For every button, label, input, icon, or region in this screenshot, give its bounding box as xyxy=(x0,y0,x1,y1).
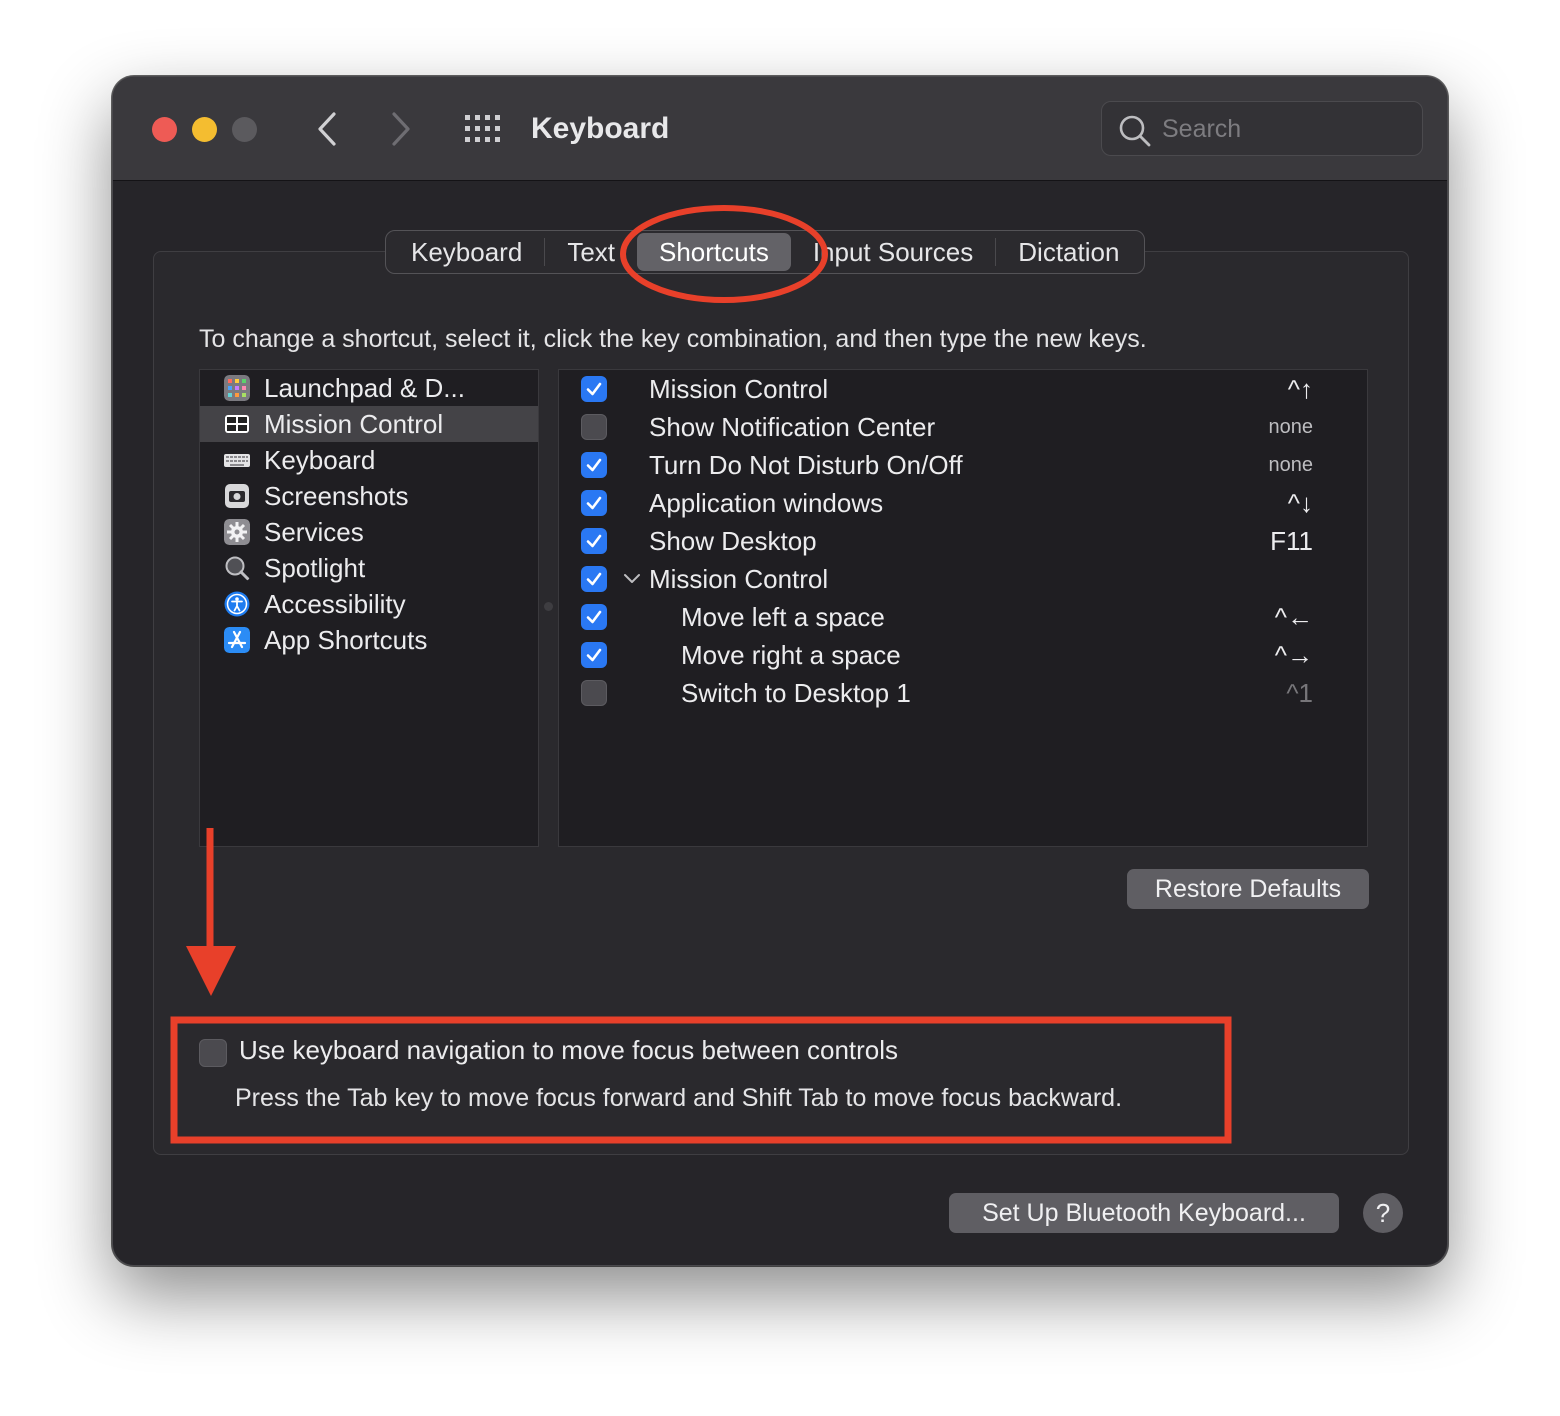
category-spotlight[interactable]: Spotlight xyxy=(200,550,538,586)
shortcut-label: Switch to Desktop 1 xyxy=(681,678,911,708)
checkmark-icon xyxy=(586,496,602,510)
restore-defaults-button[interactable]: Restore Defaults xyxy=(1127,869,1369,909)
shortcut-row[interactable]: Turn Do Not Disturb On/Off none xyxy=(559,446,1367,484)
magnifier-icon xyxy=(225,556,250,581)
grid-icon xyxy=(465,115,500,142)
show-all-button[interactable] xyxy=(463,113,503,145)
shortcut-checkbox[interactable] xyxy=(581,414,607,440)
shortcut-row[interactable]: Show Notification Center none xyxy=(559,408,1367,446)
shortcut-key[interactable]: F11 xyxy=(1270,522,1313,560)
shortcut-row[interactable]: Move left a space ^← xyxy=(559,598,1367,636)
chevron-left-icon xyxy=(318,112,336,146)
keyboard-navigation-checkbox[interactable] xyxy=(199,1039,227,1067)
shortcut-checkbox[interactable] xyxy=(581,376,607,402)
close-window-button[interactable] xyxy=(152,117,177,142)
keyboard-icon xyxy=(224,454,250,467)
screenshot-icon xyxy=(225,484,249,508)
shortcut-checkbox[interactable] xyxy=(581,642,607,668)
gear-icon xyxy=(224,519,250,545)
shortcut-list: Mission Control ^↑ Show Notification Cen… xyxy=(558,369,1368,847)
shortcut-key[interactable]: ^→ xyxy=(1275,636,1313,674)
shortcut-key[interactable]: ^← xyxy=(1275,598,1313,636)
launchpad-icon xyxy=(224,375,250,401)
shortcut-label: Mission Control xyxy=(649,564,829,594)
split-view-divider-handle[interactable] xyxy=(544,602,553,611)
shortcut-checkbox[interactable] xyxy=(581,566,607,592)
shortcut-label: Application windows xyxy=(649,488,884,518)
checkmark-icon xyxy=(586,534,602,548)
shortcut-key[interactable]: ^1 xyxy=(1286,674,1313,712)
checkmark-icon xyxy=(586,458,602,472)
shortcut-row[interactable]: Switch to Desktop 1 ^1 xyxy=(559,674,1367,712)
checkmark-icon xyxy=(586,648,602,662)
app-store-icon xyxy=(224,627,250,653)
shortcut-key[interactable]: none xyxy=(1269,408,1314,446)
category-keyboard[interactable]: Keyboard xyxy=(200,442,538,478)
zoom-window-button[interactable] xyxy=(232,117,257,142)
instruction-text: To change a shortcut, select it, click t… xyxy=(199,325,1147,353)
shortcut-checkbox[interactable] xyxy=(581,680,607,706)
tab-input-sources[interactable]: Input Sources xyxy=(791,233,995,271)
shortcut-row[interactable]: Move right a space ^→ xyxy=(559,636,1367,674)
shortcut-row[interactable]: Application windows ^↓ xyxy=(559,484,1367,522)
shortcut-key[interactable]: none xyxy=(1269,446,1314,484)
tab-text[interactable]: Text xyxy=(545,233,637,271)
chevron-right-icon xyxy=(392,112,410,146)
shortcut-label: Move right a space xyxy=(681,640,901,670)
tab-shortcuts[interactable]: Shortcuts xyxy=(637,233,791,271)
shortcut-label: Mission Control xyxy=(649,374,829,404)
category-label: Services xyxy=(264,517,364,547)
shortcut-category-list: Launchpad & D... Mission Control Keyboar… xyxy=(199,369,539,847)
shortcut-group-row[interactable]: Mission Control xyxy=(559,560,1367,598)
category-services[interactable]: Services xyxy=(200,514,538,550)
category-label: Mission Control xyxy=(264,409,444,439)
accessibility-icon xyxy=(224,591,250,617)
shortcut-checkbox[interactable] xyxy=(581,452,607,478)
mission-control-icon xyxy=(225,415,249,433)
checkmark-icon xyxy=(586,572,602,586)
search-input[interactable] xyxy=(1162,110,1412,148)
shortcut-checkbox[interactable] xyxy=(581,604,607,630)
shortcut-key[interactable]: ^↓ xyxy=(1288,484,1313,522)
category-app-shortcuts[interactable]: App Shortcuts xyxy=(200,622,538,658)
help-button[interactable]: ? xyxy=(1363,1193,1403,1233)
checkmark-icon xyxy=(586,610,602,624)
shortcut-label: Move left a space xyxy=(681,602,885,632)
set-up-bluetooth-keyboard-button[interactable]: Set Up Bluetooth Keyboard... xyxy=(949,1193,1339,1233)
category-accessibility[interactable]: Accessibility xyxy=(200,586,538,622)
category-label: Keyboard xyxy=(264,445,376,475)
minimize-window-button[interactable] xyxy=(192,117,217,142)
shortcut-label: Show Notification Center xyxy=(649,412,936,442)
title-bar: Keyboard xyxy=(113,77,1447,181)
category-label: App Shortcuts xyxy=(264,625,428,655)
category-screenshots[interactable]: Screenshots xyxy=(200,478,538,514)
back-button[interactable] xyxy=(307,107,347,151)
category-label: Accessibility xyxy=(264,589,406,619)
shortcut-row[interactable]: Mission Control ^↑ xyxy=(559,370,1367,408)
category-label: Spotlight xyxy=(264,553,366,583)
window-title: Keyboard xyxy=(531,112,670,145)
shortcut-label: Show Desktop xyxy=(649,526,817,556)
category-mission-control[interactable]: Mission Control xyxy=(200,406,538,442)
shortcut-label: Turn Do Not Disturb On/Off xyxy=(649,450,963,480)
tab-bar: Keyboard Text Shortcuts Input Sources Di… xyxy=(385,230,1146,274)
search-icon xyxy=(1119,115,1151,147)
tab-dictation[interactable]: Dictation xyxy=(996,233,1141,271)
forward-button[interactable] xyxy=(381,107,421,151)
shortcut-checkbox[interactable] xyxy=(581,490,607,516)
keyboard-navigation-hint: Press the Tab key to move focus forward … xyxy=(235,1084,1123,1112)
keyboard-navigation-label[interactable]: Use keyboard navigation to move focus be… xyxy=(239,1035,898,1066)
shortcut-key[interactable]: ^↑ xyxy=(1288,370,1313,408)
checkmark-icon xyxy=(586,382,602,396)
shortcut-row[interactable]: Show Desktop F11 xyxy=(559,522,1367,560)
shortcut-checkbox[interactable] xyxy=(581,528,607,554)
chevron-down-icon[interactable] xyxy=(623,572,641,586)
search-field[interactable] xyxy=(1101,101,1423,156)
category-label: Launchpad & D... xyxy=(264,373,465,403)
tab-keyboard[interactable]: Keyboard xyxy=(389,233,544,271)
category-launchpad[interactable]: Launchpad & D... xyxy=(200,370,538,406)
keyboard-preferences-window: Keyboard Keyboard Text Shortcuts Input S… xyxy=(112,76,1448,1266)
category-label: Screenshots xyxy=(264,481,409,511)
